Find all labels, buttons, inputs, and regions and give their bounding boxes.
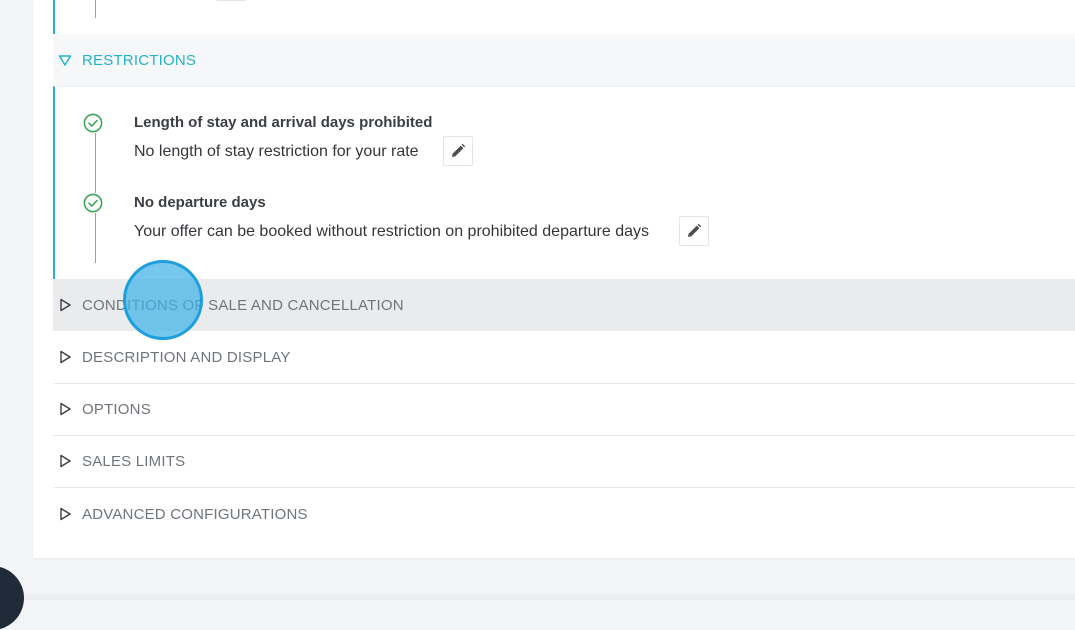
section-label: ADVANCED CONFIGURATIONS xyxy=(82,505,308,523)
triangle-right-icon xyxy=(60,454,71,468)
edit-departure-days-button[interactable] xyxy=(679,216,709,246)
restriction-description: Your offer can be booked without restric… xyxy=(134,223,649,240)
previous-section-body xyxy=(53,0,1075,34)
footer-divider xyxy=(0,594,1075,600)
section-header-description[interactable]: DESCRIPTION AND DISPLAY xyxy=(53,331,1075,384)
restriction-title: Length of stay and arrival days prohibit… xyxy=(134,114,433,131)
triangle-right-icon xyxy=(60,507,71,521)
section-label: CONDITIONS OF SALE AND CANCELLATION xyxy=(82,296,404,314)
triangle-right-icon xyxy=(60,402,71,416)
restrictions-body: Length of stay and arrival days prohibit… xyxy=(53,86,1075,280)
pencil-icon xyxy=(452,143,466,157)
restriction-description: No length of stay restriction for your r… xyxy=(134,143,419,160)
section-label: SALES LIMITS xyxy=(82,452,186,470)
triangle-down-icon xyxy=(58,55,72,66)
timeline-line xyxy=(95,0,96,18)
edit-length-of-stay-button[interactable] xyxy=(443,136,473,166)
section-label: RESTRICTIONS xyxy=(82,51,197,69)
check-circle-icon xyxy=(83,193,103,213)
restriction-title: No departure days xyxy=(134,194,266,211)
section-label: OPTIONS xyxy=(82,400,151,418)
triangle-right-icon xyxy=(60,298,71,312)
section-header-conditions[interactable]: CONDITIONS OF SALE AND CANCELLATION xyxy=(53,279,1075,331)
section-label: DESCRIPTION AND DISPLAY xyxy=(82,348,291,366)
section-header-sales-limits[interactable]: SALES LIMITS xyxy=(53,435,1075,488)
section-header-restrictions[interactable]: RESTRICTIONS xyxy=(53,34,1075,86)
chat-launcher-button[interactable] xyxy=(0,566,24,630)
check-circle-icon xyxy=(83,113,103,133)
pencil-icon xyxy=(688,223,702,237)
edit-button[interactable] xyxy=(216,0,246,1)
triangle-right-icon xyxy=(60,350,71,364)
section-header-options[interactable]: OPTIONS xyxy=(53,383,1075,436)
section-header-advanced[interactable]: ADVANCED CONFIGURATIONS xyxy=(53,487,1075,541)
